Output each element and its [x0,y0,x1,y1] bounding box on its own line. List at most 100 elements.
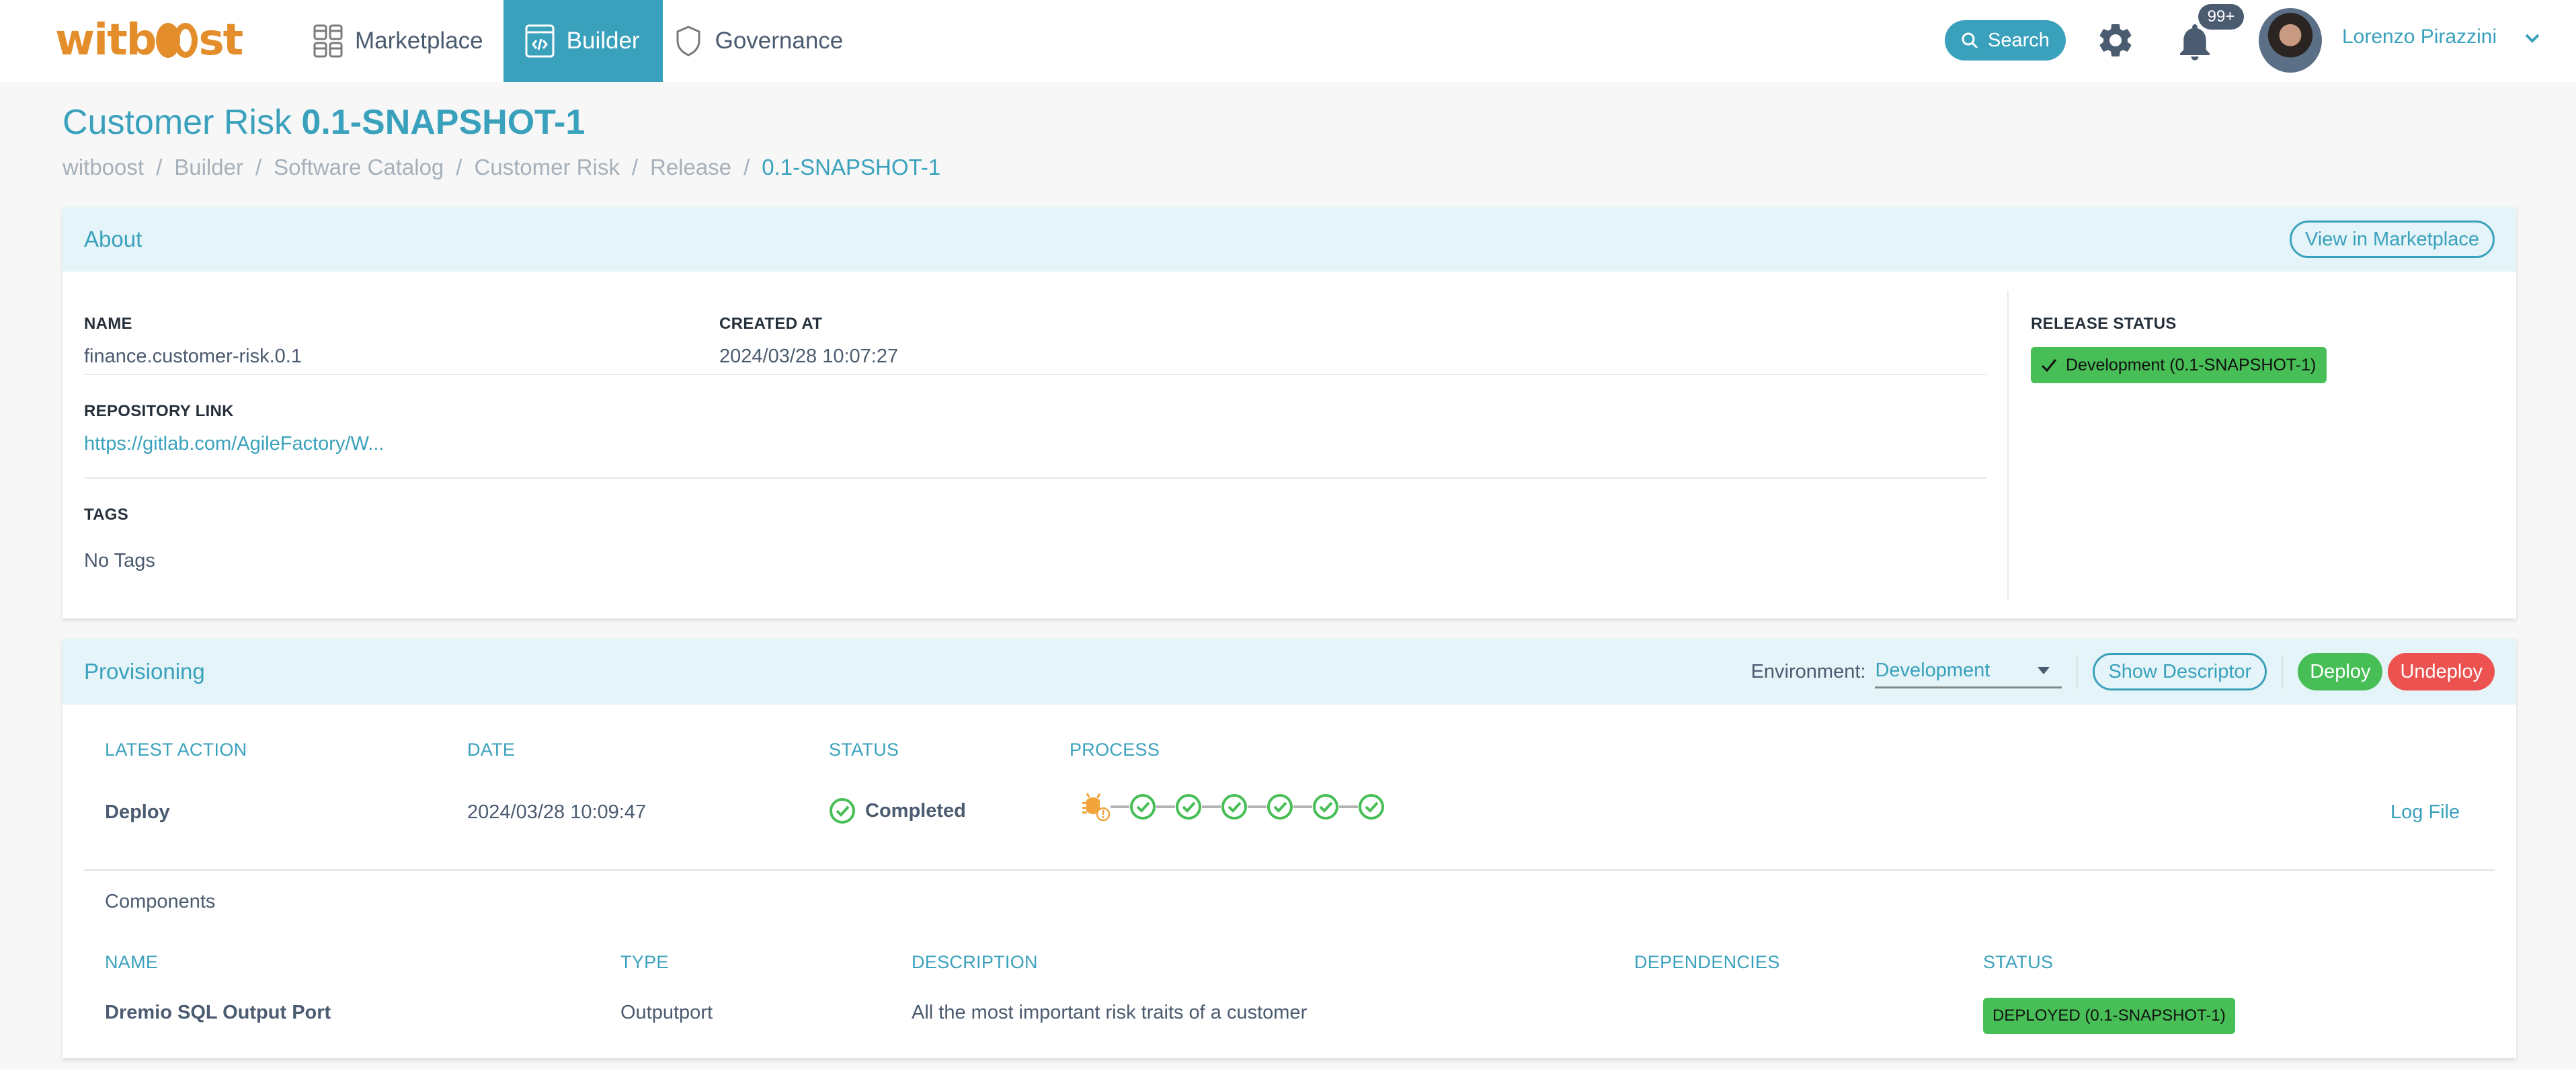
notification-count-badge: 99+ [2198,4,2244,30]
breadcrumb-item[interactable]: Software Catalog [274,155,444,180]
top-bar: witb st Marketplace Builder Governance Se… [0,0,2576,82]
nav-marketplace[interactable]: Marketplace [303,0,504,82]
divider [84,869,2495,871]
latest-action-value: Deploy [105,801,170,823]
component-name[interactable]: Dremio SQL Output Port [105,1002,331,1024]
tags-value: No Tags [84,550,155,571]
component-description: All the most important risk traits of a … [912,1002,1307,1023]
created-at-field: CREATED AT 2024/03/28 10:07:27 [719,272,898,368]
nav-builder-label: Builder [566,28,640,54]
repository-field: REPOSITORY LINK https://gitlab.com/Agile… [84,375,384,455]
gear-icon[interactable] [2095,20,2136,61]
view-in-marketplace-button[interactable]: View in Marketplace [2290,221,2495,258]
provisioning-title: Provisioning [84,659,205,684]
process-connector [1156,805,1175,808]
release-status-label: RELEASE STATUS [2031,315,2177,333]
step-ok-icon[interactable] [1312,793,1339,820]
nav-marketplace-label: Marketplace [355,28,483,54]
name-value: finance.customer-risk.0.1 [84,346,302,367]
latest-status: Completed [829,797,966,824]
bug-warning-icon[interactable] [1081,792,1111,822]
nav-governance[interactable]: Governance [663,0,864,82]
user-name[interactable]: Lorenzo Pirazzini [2342,26,2497,48]
process-connector [1339,805,1358,808]
about-card: About View in Marketplace NAME finance.c… [63,207,2516,619]
comp-col-type: TYPE [620,952,669,972]
release-status-value: Development (0.1-SNAPSHOT-1) [2066,355,2317,374]
breadcrumb-item[interactable]: witboost [63,155,144,180]
created-at-label: CREATED AT [719,315,823,333]
process-connector [1293,805,1312,808]
col-status: STATUS [829,740,899,760]
main-nav: Marketplace Builder Governance [303,0,863,82]
component-type: Outputport [620,1002,713,1023]
step-ok-icon[interactable] [1221,793,1248,820]
vertical-divider [2007,290,2009,600]
show-descriptor-button[interactable]: Show Descriptor [2093,653,2267,690]
about-title: About [84,227,143,251]
breadcrumb: witboost / Builder / Software Catalog / Cus… [63,155,941,180]
step-ok-icon[interactable] [1129,793,1156,820]
created-at-value: 2024/03/28 10:07:27 [719,346,899,367]
col-process: PROCESS [1070,740,1160,760]
shield-icon [672,24,705,58]
chevron-down-icon[interactable] [2522,28,2542,48]
check-circle-icon [830,798,855,824]
breadcrumb-item[interactable]: Builder [174,155,243,180]
breadcrumb-current: 0.1-SNAPSHOT-1 [762,155,941,180]
process-connector [1111,805,1129,808]
search-label: Search [1988,29,2050,51]
process-steps [1081,790,1385,824]
latest-date-value: 2024/03/28 10:09:47 [467,801,647,823]
step-ok-icon[interactable] [1266,793,1293,820]
repository-label: REPOSITORY LINK [84,402,234,420]
comp-col-dependencies: DEPENDENCIES [1634,952,1780,972]
components-title: Components [105,891,216,912]
comp-col-status: STATUS [1983,952,2054,972]
name-field: NAME finance.customer-risk.0.1 [84,272,302,368]
avatar[interactable] [2259,8,2322,73]
about-fields: NAME finance.customer-risk.0.1 CREATED A… [84,272,1986,582]
comp-col-name: NAME [105,952,159,972]
about-header: About View in Marketplace [63,207,2516,272]
code-window-icon [524,24,556,58]
latest-status-value: Completed [865,799,966,822]
release-status-field: RELEASE STATUS Development (0.1-SNAPSHOT… [2031,315,2327,383]
search-icon [1962,32,1978,49]
divider [2282,655,2284,688]
deploy-button[interactable]: Deploy [2298,653,2383,690]
witboost-logo[interactable]: witb st [55,13,243,67]
breadcrumb-item[interactable]: Release [650,155,731,180]
nav-builder[interactable]: Builder [503,0,663,82]
name-label: NAME [84,315,132,333]
col-date: DATE [467,740,516,760]
process-connector [1248,805,1266,808]
process-connector [1202,805,1221,808]
undeploy-button[interactable]: Undeploy [2388,653,2495,690]
provisioning-controls: Environment: Development Show Descriptor… [1751,653,2495,690]
page-title-version: 0.1-SNAPSHOT-1 [301,103,586,142]
nav-governance-label: Governance [715,28,844,54]
step-ok-icon[interactable] [1358,793,1385,820]
environment-label: Environment: [1750,660,1866,682]
check-icon [2041,359,2057,372]
tags-label: TAGS [84,506,129,524]
release-status-badge: Development (0.1-SNAPSHOT-1) [2031,347,2327,383]
provisioning-card: Provisioning Environment: Development Sh… [63,639,2516,1058]
grid-icon [312,24,344,58]
divider [2077,655,2079,688]
col-latest-action: LATEST ACTION [105,740,247,760]
log-file-link[interactable]: Log File [2390,801,2460,824]
environment-select[interactable]: Development [1875,655,2062,688]
step-ok-icon[interactable] [1175,793,1202,820]
repository-link[interactable]: https://gitlab.com/AgileFactory/W... [84,433,384,455]
caret-down-icon [2038,667,2050,674]
comp-col-description: DESCRIPTION [912,952,1038,972]
component-status-badge: DEPLOYED (0.1-SNAPSHOT-1) [1983,998,2235,1034]
provisioning-header: Provisioning Environment: Development Sh… [63,639,2516,705]
environment-value: Development [1875,660,1990,681]
breadcrumb-item[interactable]: Customer Risk [474,155,619,180]
logo-mark [156,23,198,58]
page-title: Customer Risk 0.1-SNAPSHOT-1 [63,102,585,143]
search-button[interactable]: Search [1945,20,2066,61]
